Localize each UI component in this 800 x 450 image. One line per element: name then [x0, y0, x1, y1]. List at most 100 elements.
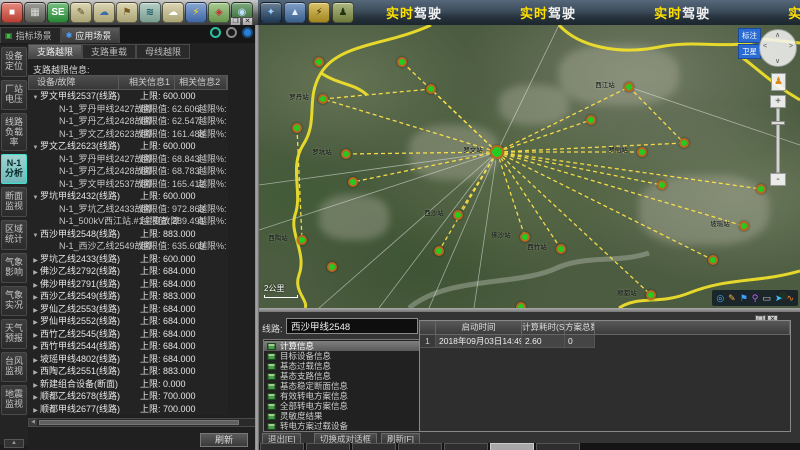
table-row[interactable]: ▶顺都甲线2677(线路)上限: 700.000: [28, 403, 228, 416]
calc-column-header[interactable]: 计算耗时(S): [522, 321, 565, 335]
station-marker[interactable]: [397, 57, 407, 67]
table-row[interactable]: ▶顺都乙线2678(线路)上限: 700.000: [28, 390, 228, 403]
station-marker[interactable]: [708, 255, 718, 265]
stop-icon[interactable]: ■: [1, 2, 23, 23]
sidebar-item-区域统计[interactable]: 区域统计: [1, 220, 27, 250]
tab-indicator-scene[interactable]: ▣指标场景: [0, 27, 61, 43]
horizontal-scrollbar[interactable]: ◀ ▶: [28, 418, 265, 427]
station-marker[interactable]: [327, 262, 337, 272]
navigate-icon[interactable]: ➤: [775, 291, 783, 305]
scroll-thumb-h[interactable]: [39, 420, 239, 425]
station-marker[interactable]: [756, 184, 766, 194]
table-row[interactable]: N-1_罗坑乙线2433故障越限值: 972.863越限%: 162: [28, 203, 228, 216]
tag-icon[interactable]: ✎: [70, 2, 92, 23]
table-row[interactable]: ▼西沙甲线2548(线路)上限: 883.000: [28, 228, 228, 241]
table-row[interactable]: ▼罗坑甲线2432(线路)上限: 600.000: [28, 190, 228, 203]
table-row[interactable]: N-1_罗丹乙线2428故障越限值: 62.547越限%: 10.4: [28, 115, 228, 128]
zoom-slider-knob[interactable]: [771, 121, 785, 125]
pin-icon[interactable]: ⚲: [752, 291, 759, 305]
table-row[interactable]: ▶西竹乙线2545(线路)上限: 684.000: [28, 328, 228, 341]
column-header[interactable]: 相关信息1: [119, 76, 175, 89]
play-button[interactable]: [210, 27, 221, 38]
sidebar-item-天气预报[interactable]: 天气预报: [1, 319, 27, 349]
forward-button[interactable]: [242, 27, 253, 38]
layers-close-icon[interactable]: ◈: [208, 2, 230, 23]
sidebar-item-设备定位[interactable]: 设备定位: [1, 47, 27, 77]
refresh-button[interactable]: 刷新: [200, 433, 248, 447]
surveyor-icon[interactable]: ⚑: [116, 2, 138, 23]
station-marker[interactable]: [348, 177, 358, 187]
bottom-tab[interactable]: [444, 443, 488, 450]
table-row[interactable]: N-1_罗文乙线2623故障越限值: 161.488越限%: 26.9: [28, 128, 228, 141]
sidebar-item-地震监视[interactable]: 地震监视: [1, 385, 27, 415]
map-pan-control[interactable]: ∧ ∨ < >: [759, 29, 797, 67]
drive-tab-1[interactable]: 实时驾驶: [386, 3, 442, 22]
zoom-slider[interactable]: [776, 108, 780, 173]
flash-icon[interactable]: ⚡: [308, 2, 330, 23]
bottom-tab[interactable]: [398, 443, 442, 450]
bottom-tab[interactable]: [490, 443, 534, 450]
bottom-tab[interactable]: [536, 443, 580, 450]
pause-button[interactable]: [226, 27, 237, 38]
streetview-icon[interactable]: ♟: [771, 73, 786, 91]
pan-right-icon[interactable]: >: [789, 43, 793, 50]
label-bubble-icon[interactable]: ▭: [762, 291, 771, 305]
terrain-icon[interactable]: ▲: [284, 2, 306, 23]
polyline-icon[interactable]: ∿: [786, 291, 794, 305]
sidebar-item-N-1分析[interactable]: N-1分析: [1, 154, 27, 184]
tab-application-scene[interactable]: ✱应用场景: [61, 27, 121, 43]
table-row[interactable]: ▶西陶乙线2551(线路)上限: 883.000: [28, 365, 228, 378]
table-row[interactable]: ▶佛沙甲线2791(线路)上限: 684.000: [28, 278, 228, 291]
station-marker[interactable]: [426, 84, 436, 94]
cloud-icon[interactable]: ☁: [162, 2, 184, 23]
bottom-tab[interactable]: [260, 443, 304, 450]
station-marker[interactable]: [679, 138, 689, 148]
se-icon[interactable]: SE: [47, 2, 69, 23]
map-layer-button[interactable]: 卫星: [738, 44, 761, 59]
station-marker[interactable]: [292, 123, 302, 133]
sidebar-item-气象影响[interactable]: 气象影响: [1, 253, 27, 283]
calc-column-header[interactable]: 启动时间: [436, 321, 522, 335]
column-header[interactable]: 设备/故障: [29, 76, 119, 89]
drive-tab-2[interactable]: 实时驾驶: [520, 3, 576, 22]
table-row[interactable]: N-1_罗丹甲线2427故障越限值: 62.606越限%: 10.4: [28, 103, 228, 116]
table-row[interactable]: ▶罗仙乙线2553(线路)上限: 684.000: [28, 303, 228, 316]
scada-icon[interactable]: ▦: [24, 2, 46, 23]
sidebar-item-厂站电压[interactable]: 厂站电压: [1, 80, 27, 110]
rain-cloud-icon[interactable]: ☁: [93, 2, 115, 23]
flag-icon[interactable]: ⚑: [740, 291, 748, 305]
calc-row[interactable]: 12018年09月03日14:49:092.600: [420, 335, 790, 348]
network-icon[interactable]: ✦: [260, 2, 282, 23]
expand-icon[interactable]: ▶: [31, 405, 40, 416]
table-row[interactable]: ▼罗文甲线2537(线路)上限: 600.000: [28, 90, 228, 103]
waves-icon[interactable]: ≋: [139, 2, 161, 23]
calc-column-header[interactable]: 方案总数: [565, 321, 595, 335]
satellite-map[interactable]: 罗文站罗丹站罗坑站西陶站西沙站佛沙站西江站罗仙站西竹站顺都站坡瑶站 标注卫星 ∧…: [259, 25, 800, 308]
subtab-支路越限[interactable]: 支路越限: [28, 44, 82, 59]
sidebar-item-台风监视[interactable]: 台风监视: [1, 352, 27, 382]
table-row[interactable]: ▶罗仙甲线2552(线路)上限: 684.000: [28, 315, 228, 328]
station-marker[interactable]: [434, 246, 444, 256]
table-row[interactable]: N-1_500kV西江站.#1主变故障越限值: 289.491越限%: 48.2: [28, 215, 228, 228]
table-row[interactable]: N-1_西沙乙线2549故障越限值: 635.609越限%: 71.9: [28, 240, 228, 253]
drive-tab-4[interactable]: 实时驾驶: [788, 3, 800, 22]
zoom-out-button[interactable]: -: [770, 173, 786, 186]
table-row[interactable]: ▶罗坑乙线2433(线路)上限: 600.000: [28, 253, 228, 266]
calc-column-header[interactable]: [420, 321, 436, 335]
map-layer-button[interactable]: 标注: [738, 28, 761, 43]
measure-icon[interactable]: ✎: [728, 291, 736, 305]
pan-left-icon[interactable]: <: [763, 43, 767, 50]
table-row[interactable]: ▶新建组合设备(断面)上限: 0.000: [28, 378, 228, 391]
table-row[interactable]: N-1_罗文甲线2537故障越限值: 165.412越限%: 27.5: [28, 178, 228, 191]
table-row[interactable]: ▶佛沙乙线2792(线路)上限: 684.000: [28, 265, 228, 278]
zoom-in-button[interactable]: +: [770, 95, 786, 108]
scroll-left-icon[interactable]: ◀: [29, 419, 37, 426]
table-row[interactable]: ▼罗文乙线2623(线路)上限: 600.000: [28, 140, 228, 153]
table-row[interactable]: N-1_罗丹乙线2428故障越限值: 68.783越限%: 11.4: [28, 165, 228, 178]
pan-up-icon[interactable]: ∧: [775, 31, 780, 39]
station-marker[interactable]: [586, 115, 596, 125]
pan-down-icon[interactable]: ∨: [775, 57, 780, 65]
subtab-支路重载[interactable]: 支路重载: [82, 44, 136, 59]
bottom-tab[interactable]: [306, 443, 350, 450]
line-input[interactable]: [286, 318, 418, 334]
